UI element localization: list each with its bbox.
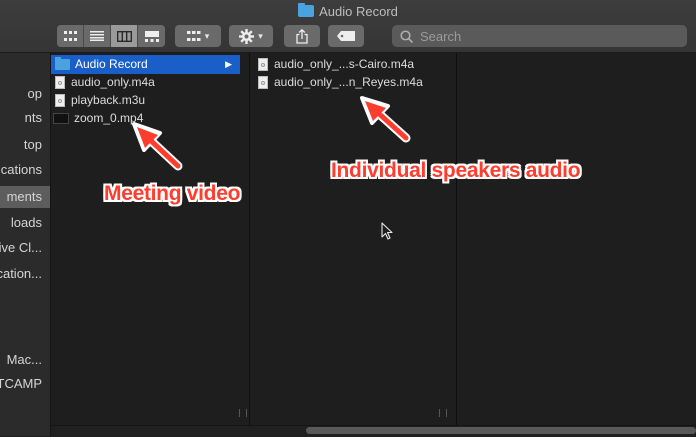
annotation-speakers-audio: Individual speakers audio — [331, 159, 581, 182]
mouse-cursor-icon — [381, 222, 393, 240]
annotation-meeting-video: Meeting video — [104, 182, 241, 205]
arrow-to-video-icon — [132, 122, 183, 171]
annotation-arrows — [132, 96, 411, 171]
arrow-to-audio-icon — [360, 96, 411, 143]
